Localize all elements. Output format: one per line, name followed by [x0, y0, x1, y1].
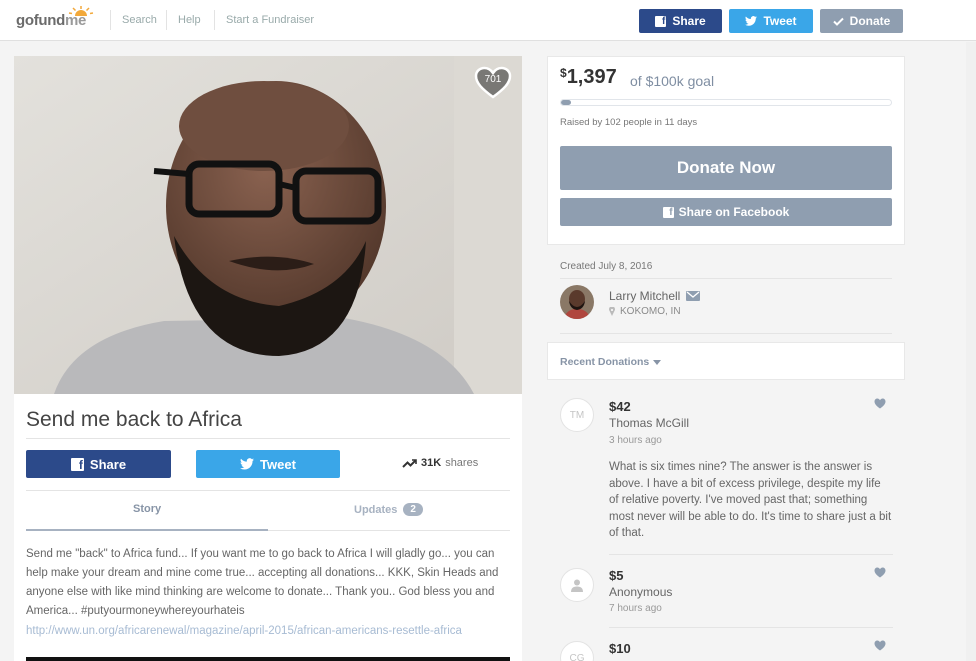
- nav-divider: [166, 10, 167, 30]
- donation-divider: [609, 554, 893, 555]
- top-header: gofundme Search Help Start a Fundraiser …: [0, 0, 976, 41]
- created-date: Created July 8, 2016: [560, 261, 653, 272]
- donation-amount: $10: [609, 641, 631, 656]
- campaign-photo: [14, 56, 522, 394]
- organizer-bottom-divider: [560, 333, 892, 334]
- tweet-label: Tweet: [260, 456, 296, 472]
- media-bar: [26, 657, 510, 661]
- tab-updates-label: Updates: [354, 503, 398, 516]
- donation-amount: $42: [609, 399, 631, 414]
- nav-divider: [214, 10, 215, 30]
- donation-message: What is six times nine? The answer is th…: [609, 461, 892, 539]
- heart-count: 701: [484, 74, 502, 85]
- donation-time: 3 hours ago: [609, 435, 662, 446]
- header-tweet-button[interactable]: Tweet: [729, 9, 813, 33]
- tweet-button[interactable]: Tweet: [196, 450, 340, 478]
- share-on-facebook-label: Share on Facebook: [678, 205, 790, 219]
- share-divider: [26, 490, 510, 491]
- organizer-location: KOKOMO, IN: [609, 306, 681, 317]
- logo-sun-icon: [68, 6, 94, 16]
- tab-story[interactable]: Story: [133, 503, 161, 515]
- nav-search-link[interactable]: Search: [122, 14, 157, 26]
- raised-by-text: Raised by 102 people in 11 days: [560, 117, 698, 128]
- shares-number: 31K: [421, 457, 442, 469]
- favorite-heart-button[interactable]: 701: [474, 66, 512, 100]
- organizer-name-text: Larry Mitchell: [609, 289, 681, 303]
- recent-donations-label: Recent Donations: [560, 356, 650, 368]
- donor-avatar: CG: [560, 641, 594, 661]
- organizer-avatar[interactable]: [560, 285, 594, 319]
- trending-up-icon: [402, 458, 417, 468]
- active-tab-indicator: [26, 529, 268, 531]
- location-pin-icon: [609, 307, 615, 316]
- facebook-share-button[interactable]: f Share: [26, 450, 171, 478]
- donation-amount: $5: [609, 568, 624, 583]
- organizer-divider: [560, 278, 892, 279]
- story-link[interactable]: http://www.un.org/africarenewal/magazine…: [26, 622, 496, 641]
- donor-name: Thomas McGill: [609, 416, 690, 430]
- nav-help-link[interactable]: Help: [178, 14, 201, 26]
- donate-label: Donate: [849, 14, 891, 28]
- donation-time: 7 hours ago: [609, 603, 662, 614]
- mail-icon[interactable]: [686, 291, 701, 301]
- page-scrollbar[interactable]: [966, 42, 976, 661]
- header-facebook-share-button[interactable]: f Share: [639, 9, 722, 33]
- progress-bar: [560, 99, 892, 106]
- facebook-icon: f: [70, 457, 84, 471]
- tab-updates[interactable]: Updates 2: [354, 503, 423, 516]
- share-label: Share: [672, 14, 706, 28]
- heart-icon[interactable]: [874, 567, 886, 578]
- amount-raised: $1,397: [560, 66, 617, 88]
- twitter-icon: [745, 16, 758, 26]
- check-icon: [832, 17, 844, 26]
- title-divider: [26, 438, 510, 439]
- tweet-label: Tweet: [763, 14, 797, 28]
- currency-symbol: $: [560, 66, 567, 80]
- donor-avatar: [560, 568, 594, 602]
- recent-donations-dropdown[interactable]: Recent Donations: [560, 356, 662, 368]
- donate-now-button[interactable]: Donate Now: [560, 146, 892, 190]
- user-icon: [571, 579, 583, 592]
- donor-avatar: TM: [560, 398, 594, 432]
- share-label: Share: [89, 456, 127, 472]
- facebook-icon: f: [662, 206, 674, 218]
- organizer-name[interactable]: Larry Mitchell: [609, 289, 701, 303]
- chevron-down-icon: [653, 359, 662, 365]
- campaign-photo-image: [14, 56, 522, 394]
- updates-count-badge: 2: [403, 503, 423, 516]
- shares-word: shares: [445, 457, 479, 469]
- heart-icon[interactable]: [874, 398, 886, 409]
- heart-icon[interactable]: [874, 640, 886, 651]
- facebook-icon: f: [655, 15, 667, 27]
- nav-divider: [110, 10, 111, 30]
- goal-text: of $100k goal: [630, 73, 715, 89]
- twitter-icon: [240, 458, 255, 470]
- nav-start-fundraiser-link[interactable]: Start a Fundraiser: [226, 14, 314, 26]
- header-donate-button[interactable]: Donate: [820, 9, 903, 33]
- donation-divider: [609, 627, 893, 628]
- progress-fill: [561, 100, 571, 105]
- share-on-facebook-button[interactable]: f Share on Facebook: [560, 198, 892, 226]
- story-text: Send me "back" to Africa fund... If you …: [26, 548, 499, 617]
- organizer-photo: [560, 285, 594, 319]
- shares-count: 31K shares: [402, 457, 478, 469]
- organizer-location-text: KOKOMO, IN: [620, 306, 681, 317]
- donor-name: Anonymous: [609, 585, 673, 599]
- campaign-title: Send me back to Africa: [26, 408, 242, 431]
